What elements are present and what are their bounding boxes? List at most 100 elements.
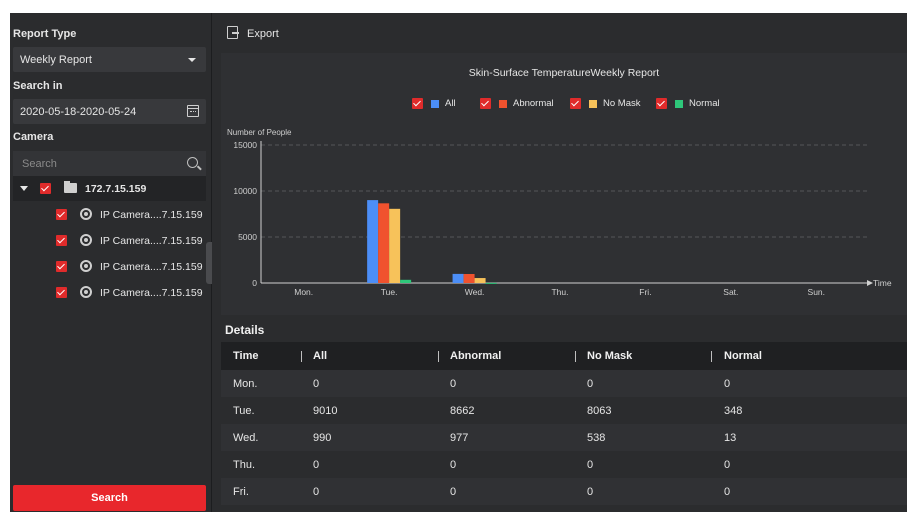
- search-icon[interactable]: [187, 157, 198, 168]
- table-cell: 538: [587, 432, 606, 444]
- x-tick-label: Sat.: [723, 287, 738, 297]
- report-type-select[interactable]: Weekly Report: [13, 47, 206, 72]
- table-cell: 977: [450, 432, 469, 444]
- toolbar: Export: [213, 13, 907, 53]
- checkbox-checked-icon[interactable]: [56, 287, 67, 298]
- table-cell: 0: [724, 378, 731, 390]
- table-cell: 0: [313, 459, 320, 471]
- caret-down-icon[interactable]: [20, 186, 28, 191]
- bar[interactable]: [485, 282, 497, 284]
- report-window: Report Type Weekly Report Search in 2020…: [10, 13, 907, 512]
- details-title: Details: [225, 323, 265, 337]
- tree-item-label: IP Camera....7.15.159: [100, 235, 203, 247]
- main-panel: Export Skin-Surface TemperatureWeekly Re…: [213, 13, 907, 512]
- column-divider: [575, 351, 576, 362]
- col-header-abnormal[interactable]: Abnormal: [450, 350, 501, 362]
- table-header: Time All Abnormal No Mask Normal: [221, 342, 907, 370]
- bar[interactable]: [452, 273, 464, 283]
- table-cell: 0: [313, 378, 320, 390]
- search-button[interactable]: Search: [13, 485, 206, 511]
- export-button[interactable]: Export: [247, 28, 279, 40]
- camera-icon: [80, 208, 92, 220]
- chevron-down-icon: [188, 58, 196, 62]
- table-cell: 0: [450, 459, 457, 471]
- col-header-all[interactable]: All: [313, 350, 327, 362]
- x-axis-label: Time: [873, 278, 892, 288]
- column-divider: [438, 351, 439, 362]
- table-row[interactable]: Mon. 0 0 0 0: [221, 370, 907, 397]
- table-cell: 9010: [313, 405, 338, 417]
- table-cell: Wed.: [233, 432, 259, 444]
- sidebar: Report Type Weekly Report Search in 2020…: [10, 13, 212, 512]
- bar[interactable]: [463, 274, 475, 283]
- column-divider: [301, 351, 302, 362]
- camera-icon: [80, 234, 92, 246]
- table-cell: 0: [724, 486, 731, 498]
- table-cell: Thu.: [233, 459, 256, 471]
- col-header-no-mask[interactable]: No Mask: [587, 350, 632, 362]
- checkbox-checked-icon[interactable]: [40, 183, 51, 194]
- camera-label: Camera: [13, 131, 54, 143]
- y-tick-label: 10000: [233, 186, 257, 196]
- table-cell: 348: [724, 405, 743, 417]
- table-cell: 0: [313, 486, 320, 498]
- checkbox-checked-icon[interactable]: [56, 209, 67, 220]
- table-cell: 0: [587, 378, 594, 390]
- report-type-label: Report Type: [13, 28, 77, 40]
- checkbox-checked-icon[interactable]: [56, 235, 67, 246]
- table-cell: 0: [724, 459, 731, 471]
- table-row[interactable]: Wed. 990 977 538 13: [221, 424, 907, 451]
- x-tick-label: Fri.: [639, 287, 651, 297]
- y-tick-label: 5000: [238, 232, 257, 242]
- bar[interactable]: [367, 200, 379, 283]
- search-in-label: Search in: [13, 80, 63, 92]
- tree-item-label: IP Camera....7.15.159: [100, 261, 203, 273]
- tree-root-device[interactable]: 172.7.15.159: [13, 176, 206, 201]
- x-tick-label: Tue.: [381, 287, 398, 297]
- tree-item-camera[interactable]: IP Camera....7.15.159: [13, 280, 206, 305]
- tree-item-camera[interactable]: IP Camera....7.15.159: [13, 228, 206, 253]
- sidebar-collapse-handle[interactable]: [206, 242, 212, 284]
- table-cell: 0: [450, 486, 457, 498]
- bar-chart: Number of People 0 5000 10000 15000 Time Mon. T…: [227, 128, 892, 297]
- col-header-normal[interactable]: Normal: [724, 350, 762, 362]
- x-tick-label: Wed.: [465, 287, 485, 297]
- table-row[interactable]: Thu. 0 0 0 0: [221, 451, 907, 478]
- bar[interactable]: [389, 208, 401, 283]
- table-cell: Mon.: [233, 378, 258, 390]
- table-cell: 0: [587, 486, 594, 498]
- table-row[interactable]: Fri. 0 0 0 0: [221, 478, 907, 505]
- camera-search-placeholder: Search: [22, 158, 57, 170]
- table-cell: 13: [724, 432, 737, 444]
- col-header-time[interactable]: Time: [233, 350, 258, 362]
- report-type-value: Weekly Report: [20, 54, 92, 66]
- camera-icon: [80, 260, 92, 272]
- table-row[interactable]: Tue. 9010 8662 8063 348: [221, 397, 907, 424]
- bar[interactable]: [378, 203, 390, 283]
- x-tick-label: Mon.: [294, 287, 313, 297]
- table-cell: 0: [587, 459, 594, 471]
- tree-item-camera[interactable]: IP Camera....7.15.159: [13, 254, 206, 279]
- table-cell: 0: [450, 378, 457, 390]
- calendar-icon[interactable]: [187, 105, 199, 117]
- chart-panel: Skin-Surface TemperatureWeekly Report Al…: [221, 53, 907, 315]
- column-divider: [711, 351, 712, 362]
- y-tick-label: 0: [252, 278, 257, 288]
- x-tick-label: Thu.: [551, 287, 568, 297]
- table-cell: Tue.: [233, 405, 255, 417]
- folder-icon: [64, 181, 77, 193]
- export-icon[interactable]: [227, 26, 239, 39]
- camera-icon: [80, 286, 92, 298]
- bar[interactable]: [474, 278, 486, 283]
- tree-item-camera[interactable]: IP Camera....7.15.159: [13, 202, 206, 227]
- tree-item-label: IP Camera....7.15.159: [100, 287, 203, 299]
- tree-root-label: 172.7.15.159: [85, 183, 147, 195]
- table-cell: 990: [313, 432, 332, 444]
- date-range-field[interactable]: 2020-05-18-2020-05-24: [13, 99, 206, 124]
- y-axis-label: Number of People: [227, 128, 292, 137]
- date-range-value: 2020-05-18-2020-05-24: [20, 106, 137, 118]
- camera-search-input[interactable]: Search: [13, 151, 206, 176]
- checkbox-checked-icon[interactable]: [56, 261, 67, 272]
- bar[interactable]: [400, 279, 412, 283]
- y-tick-label: 15000: [233, 140, 257, 150]
